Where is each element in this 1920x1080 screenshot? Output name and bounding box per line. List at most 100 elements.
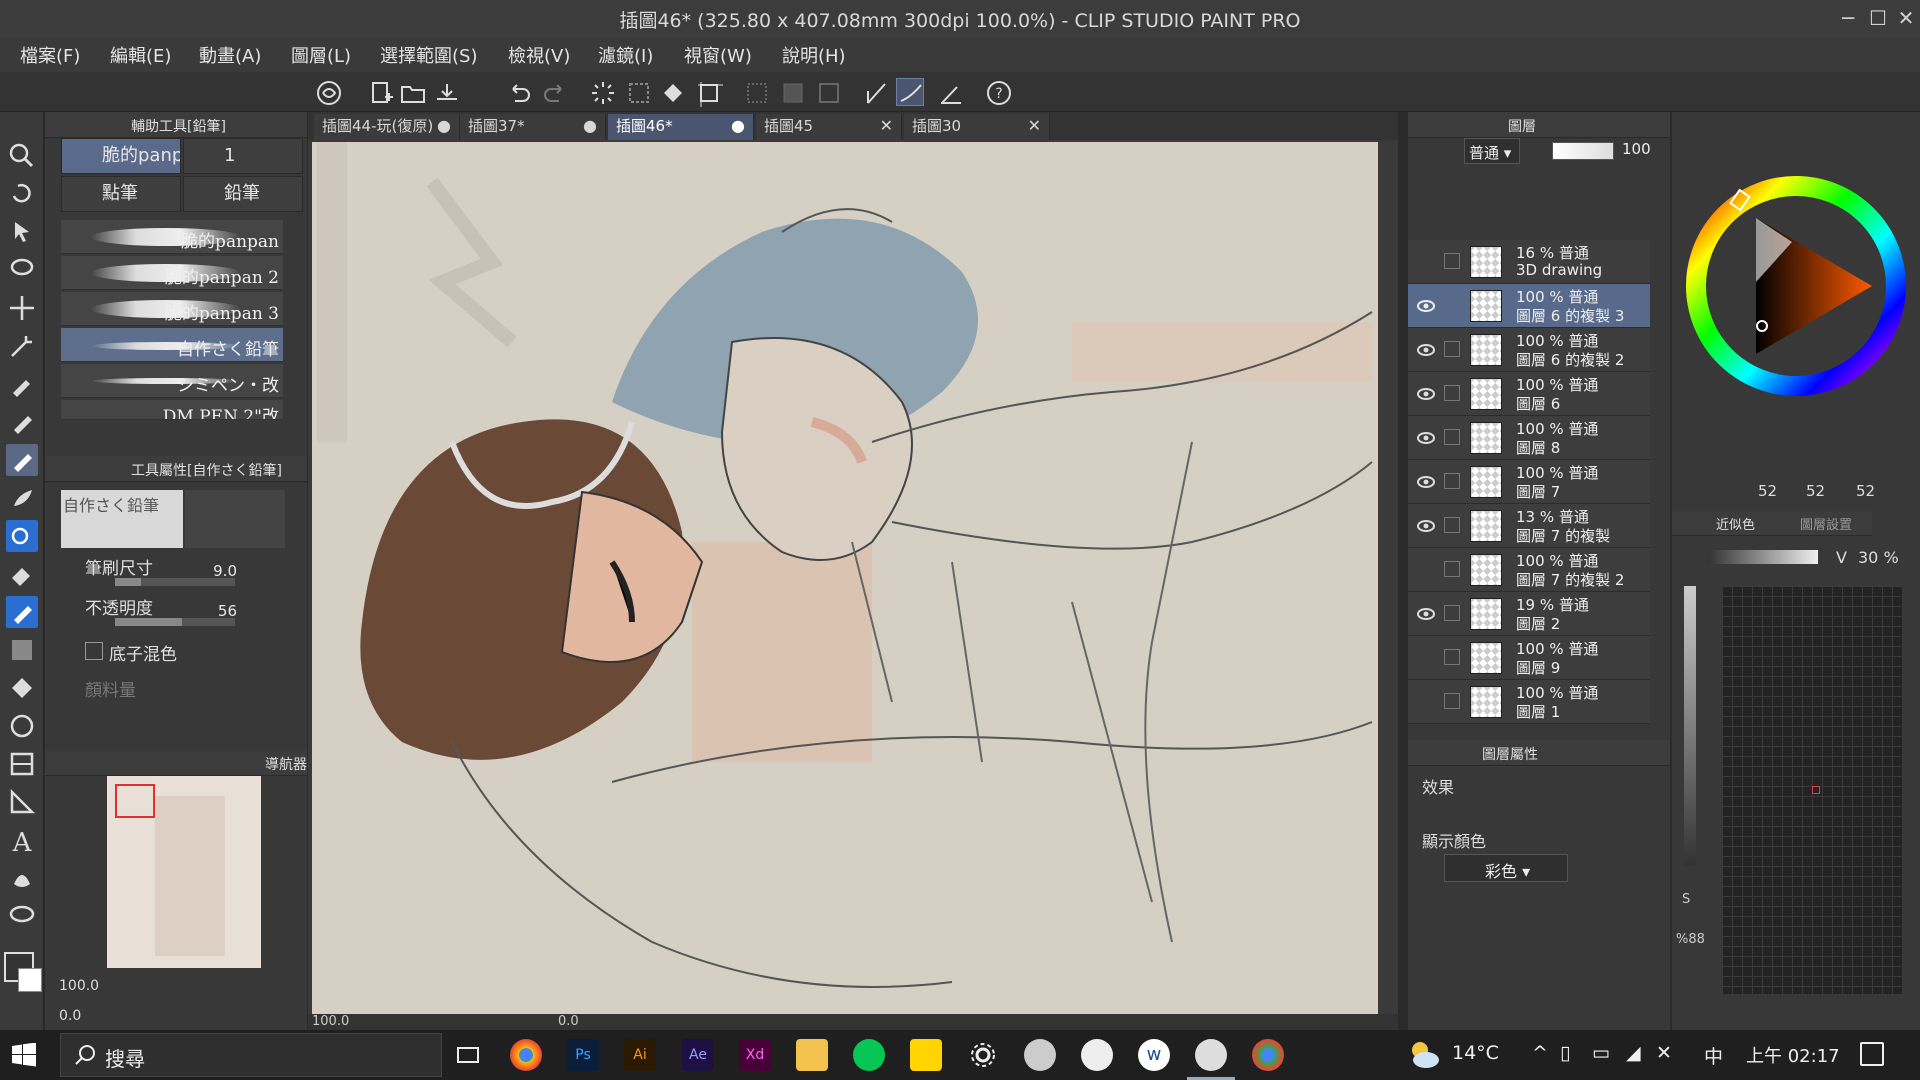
document-tab[interactable]: 插圖30 ✕ [904,114,1050,140]
eye-icon[interactable] [1416,340,1436,360]
ruler-tool-icon[interactable] [6,786,38,818]
layer-row[interactable]: 19 % 普通 圖層 2 [1408,592,1650,636]
layer-lock-checkbox[interactable] [1444,429,1460,445]
eraser-tool-icon[interactable] [6,558,38,590]
layer-lock-checkbox[interactable] [1444,473,1460,489]
brush-tool-icon[interactable] [6,482,38,514]
text-tool-icon[interactable]: A [6,824,38,858]
move-tool-icon[interactable] [6,292,38,324]
blend-tool-icon[interactable] [6,596,38,628]
layer-opacity-slider[interactable] [1552,142,1614,160]
fill-tool-icon[interactable] [6,672,38,704]
layer-lock-checkbox[interactable] [1444,341,1460,357]
photoshop-icon[interactable]: Ps [567,1039,599,1071]
ruler-snap-icon[interactable] [862,78,890,106]
tray-device-icon[interactable]: ▯ [1560,1042,1570,1064]
display-color-select[interactable]: 彩色 ▾ [1444,854,1568,882]
brush-item[interactable]: DM PEN 2"改 [61,400,283,420]
layer-row[interactable]: 100 % 普通 圖層 1 [1408,680,1650,724]
wifi-icon[interactable]: ◢ [1626,1042,1641,1064]
document-tab-active[interactable]: 插圖46* ● [608,114,754,140]
show-selection-icon[interactable] [814,78,842,106]
menu-help[interactable]: 說明(H) [782,42,846,68]
rgb-green-value[interactable]: 52 [1806,482,1825,500]
rgb-blue-value[interactable]: 52 [1856,482,1875,500]
status-angle[interactable]: 0.0 [558,1014,579,1029]
subtool-group-tab[interactable]: 鉛筆 [183,176,303,212]
frame-tool-icon[interactable] [6,748,38,780]
save-icon[interactable] [432,78,460,106]
rgb-red-value[interactable]: 52 [1758,482,1777,500]
navigator-rotate[interactable]: 0.0 [59,1008,81,1024]
blend-checkbox[interactable] [85,642,103,660]
brush-size-slider[interactable] [115,578,235,586]
new-file-icon[interactable] [366,78,394,106]
chrome-icon[interactable] [1252,1039,1284,1071]
status-zoom[interactable]: 100.0 [312,1014,349,1029]
sub-color-swatch[interactable] [18,968,42,992]
clear-selection-icon[interactable] [742,78,770,106]
saturation-slider[interactable] [1684,586,1696,866]
fill-icon[interactable] [658,78,686,106]
windows-start-icon[interactable] [12,1042,36,1067]
eye-icon[interactable] [1416,604,1436,624]
layer-lock-checkbox[interactable] [1444,605,1460,621]
open-folder-icon[interactable] [398,78,426,106]
navigator-tab[interactable]: 導航器 [265,754,307,774]
gradient-tool-icon[interactable] [6,634,38,666]
menu-filter[interactable]: 濾鏡(I) [598,42,653,68]
document-tab[interactable]: 插圖44-玩(復原) ● [314,114,460,140]
selection-icon[interactable] [624,78,652,106]
layer-lock-checkbox[interactable] [1444,385,1460,401]
xd-icon[interactable]: Xd [739,1039,771,1071]
layer-row[interactable]: 13 % 普通 圖層 7 的複製 [1408,504,1650,548]
clip-studio-paint-icon[interactable] [1187,1039,1235,1080]
color-history-tab[interactable]: 圖層設置 [1800,514,1852,533]
navigator-thumbnail[interactable] [107,776,261,968]
layer-row[interactable]: 100 % 普通 圖層 6 [1408,372,1650,416]
clock[interactable]: 上午 02:17 [1746,1042,1840,1068]
subtool-group-tab[interactable]: 脆的panpan [61,138,181,174]
redo-icon[interactable] [540,78,568,106]
layer-row[interactable]: 16 % 普通 3D drawing [1408,240,1650,284]
layer-lock-checkbox[interactable] [1444,649,1460,665]
layer-tab[interactable]: 圖層 [1508,116,1536,136]
illustrator-icon[interactable]: Ai [624,1039,656,1071]
layer-lock-checkbox[interactable] [1444,693,1460,709]
taskbar-search[interactable]: 搜尋 [60,1033,442,1077]
opacity-slider[interactable] [115,618,235,626]
eyedropper-tool-icon[interactable] [6,368,38,400]
after-effects-icon[interactable]: Ae [682,1039,714,1071]
menu-view[interactable]: 檢視(V) [508,42,570,68]
approx-color-tab[interactable]: 近似色 [1716,514,1755,533]
layer-row[interactable]: 100 % 普通 圖層 6 的複製 2 [1408,328,1650,372]
figure-tool-icon[interactable] [6,710,38,742]
layer-lock-checkbox[interactable] [1444,561,1460,577]
object-tool-icon[interactable] [6,216,38,248]
line-icon[interactable] [853,1039,885,1071]
ime-indicator[interactable]: 中 [1704,1042,1723,1069]
loading-icon[interactable] [588,78,616,106]
menu-edit[interactable]: 編輯(E) [110,42,171,68]
layer-property-tab[interactable]: 圖層屬性 [1482,744,1538,764]
eye-icon[interactable] [1416,428,1436,448]
chrome-icon[interactable] [510,1039,542,1071]
drawing-canvas[interactable] [312,142,1378,1014]
eye-icon[interactable] [1416,384,1436,404]
brush-item[interactable]: シミペン・改 [61,364,283,398]
menu-animation[interactable]: 動畫(A) [199,42,261,68]
eye-icon[interactable] [1416,516,1436,536]
battery-icon[interactable]: ▭ [1592,1042,1610,1064]
invert-selection-icon[interactable] [778,78,806,106]
lasso-tool-icon[interactable] [6,254,38,286]
blend-mode-select[interactable]: 普通 ▾ [1464,138,1520,164]
navigator-zoom[interactable]: 100.0 [59,978,99,994]
close-button[interactable]: ✕ [1892,4,1920,32]
sticky-notes-icon[interactable] [910,1039,942,1071]
brush-item[interactable]: 脆的panpan [61,220,283,254]
volume-icon[interactable]: ✕ [1656,1042,1672,1064]
balloon-tool-icon[interactable] [6,900,38,932]
word-app-icon[interactable]: w [1138,1039,1170,1071]
maximize-button[interactable]: ☐ [1864,4,1892,32]
clip-studio-icon[interactable] [314,78,342,106]
